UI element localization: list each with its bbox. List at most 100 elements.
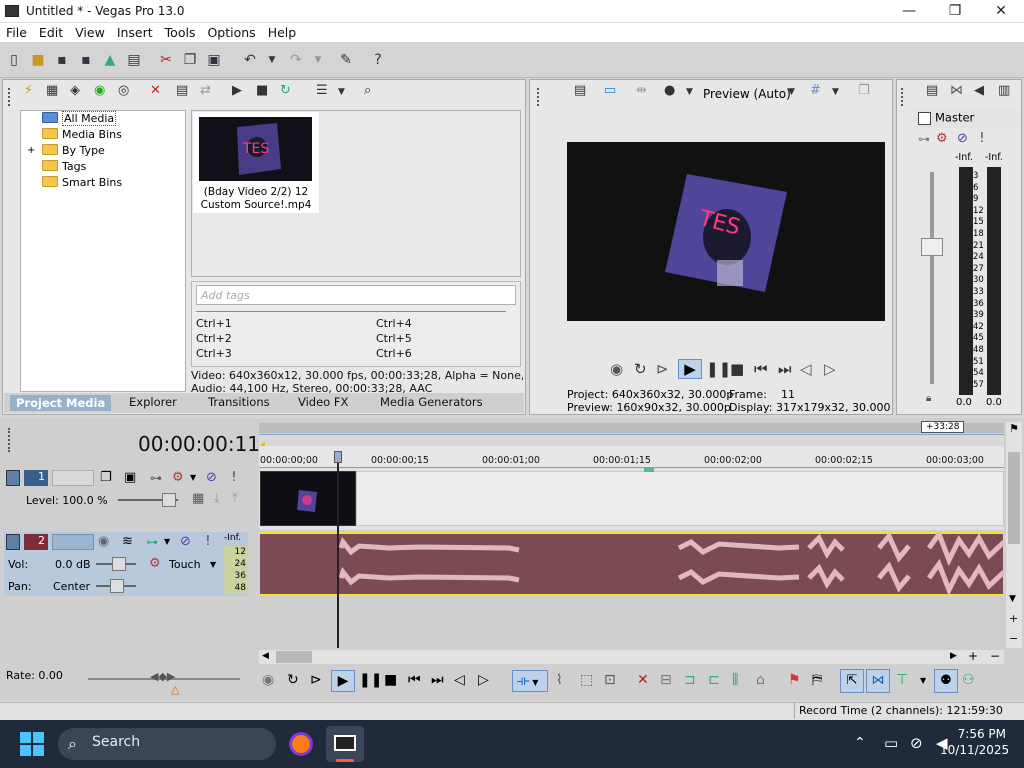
views-dropdown-icon[interactable]: ▼ <box>338 87 345 109</box>
meter-settings-icon[interactable]: ▥ <box>998 83 1010 105</box>
video-fx-chain-icon[interactable]: ⊶ <box>150 471 162 485</box>
video-track-name-input[interactable] <box>52 470 94 486</box>
tag-shortcut-5[interactable]: Ctrl+5 <box>376 332 412 345</box>
pause-icon[interactable]: ❚❚ <box>706 360 731 378</box>
record-icon[interactable]: ◉ <box>262 672 274 688</box>
get-media-icon[interactable]: ◉ <box>94 83 105 105</box>
import-media-icon[interactable]: ⚡ <box>24 83 33 105</box>
search-media-icon[interactable]: ⌕ <box>364 83 371 105</box>
tag-shortcut-4[interactable]: Ctrl+4 <box>376 317 412 330</box>
panel-grip[interactable] <box>537 88 541 106</box>
menu-file[interactable]: File <box>0 23 33 40</box>
redo-icon[interactable]: ↷ <box>286 50 306 70</box>
tree-item-smart-bins[interactable]: Smart Bins <box>42 175 122 191</box>
arm-for-record-icon[interactable]: ◉ <box>98 534 109 549</box>
menu-view[interactable]: View <box>69 23 111 40</box>
open-icon[interactable]: ■ <box>28 50 48 70</box>
save-as-icon[interactable]: ▪ <box>76 50 96 70</box>
next-frame-icon[interactable]: ▷ <box>478 672 489 688</box>
undo-icon[interactable]: ↶ <box>240 50 260 70</box>
compositing-parent-icon[interactable]: ▦ <box>192 491 204 506</box>
preview-quality-dropdown-icon[interactable]: ▼ <box>788 87 795 109</box>
new-project-icon[interactable]: ▯ <box>4 50 24 70</box>
composite-mode-icon[interactable]: ❐ <box>100 470 112 485</box>
volume-slider-handle[interactable] <box>112 557 126 571</box>
preview-fx-icon[interactable]: ⇹ <box>636 83 647 105</box>
rate-slider-handle[interactable]: ◀◆▶ <box>150 670 175 683</box>
tab-media-generators[interactable]: Media Generators <box>380 395 483 409</box>
insert-region-icon[interactable]: ⛿ <box>812 672 822 688</box>
scroll-left-icon[interactable]: ◀ <box>262 651 269 661</box>
undo-history-icon[interactable]: ▼ <box>262 50 282 70</box>
views-icon[interactable]: ☰ <box>316 83 328 105</box>
add-tags-input[interactable]: Add tags <box>196 285 516 305</box>
marker-bar[interactable] <box>259 423 1004 433</box>
menu-options[interactable]: Options <box>201 23 261 40</box>
media-properties-icon[interactable]: ▤ <box>176 83 188 105</box>
overlays-icon[interactable]: # <box>810 83 821 105</box>
horizontal-scroll-thumb[interactable] <box>276 651 312 663</box>
lock-icon[interactable]: ⌂ <box>756 672 765 688</box>
split-dropdown-icon[interactable]: ▼ <box>686 87 693 109</box>
zoom-in-horizontal-icon[interactable]: + <box>968 649 978 663</box>
automation-mode[interactable]: Touch <box>169 558 201 571</box>
auto-preview-icon[interactable]: ↻ <box>280 83 291 105</box>
lock-envelopes-icon[interactable]: ⚉ <box>934 669 958 693</box>
master-lock-icon[interactable]: 🔒︎ <box>926 393 931 404</box>
minimize-button[interactable]: — <box>886 0 932 23</box>
selection-edit-tool-icon[interactable]: ⬚ <box>580 672 593 688</box>
vertical-scroll-thumb[interactable] <box>1008 452 1020 544</box>
previous-frame-icon[interactable]: ◁ <box>800 360 812 378</box>
snap-flag-icon[interactable]: ⚑ <box>1009 422 1019 435</box>
audio-track-lane[interactable] <box>258 528 1006 597</box>
auto-crossfades-icon[interactable]: ⋈ <box>866 669 890 693</box>
copy-snapshot-icon[interactable]: ❐ <box>858 83 870 105</box>
go-to-end-icon[interactable]: ⏭ <box>431 672 444 688</box>
master-automation-icon[interactable]: ǃ <box>980 131 984 146</box>
master-fader[interactable] <box>921 238 943 256</box>
go-to-start-icon[interactable]: ⏮ <box>408 672 421 688</box>
menu-tools[interactable]: Tools <box>159 23 202 40</box>
loop-region-bar[interactable] <box>259 434 1004 446</box>
audio-fx-dropdown-icon[interactable]: ▼ <box>164 537 170 546</box>
save-icon[interactable]: ▪ <box>52 50 72 70</box>
automation-settings-icon[interactable]: ⚙ <box>149 556 161 571</box>
mixer-properties-icon[interactable]: ▤ <box>926 83 938 105</box>
preview-quality-select[interactable]: Preview (Auto) <box>703 87 791 101</box>
tag-shortcut-6[interactable]: Ctrl+6 <box>376 347 412 360</box>
make-compositing-child-icon[interactable]: ▣ <box>124 470 136 485</box>
capture-video-icon[interactable]: ▦ <box>46 83 58 105</box>
play-from-start-icon[interactable]: ⊳ <box>656 360 669 378</box>
play-icon[interactable]: ▶ <box>678 359 702 379</box>
invert-phase-icon[interactable]: ≋ <box>122 534 133 549</box>
tray-overflow-icon[interactable]: ⌃ <box>854 735 866 751</box>
previous-frame-icon[interactable]: ◁ <box>454 672 465 688</box>
properties-icon[interactable]: ▤ <box>124 50 144 70</box>
remove-media-icon[interactable]: ✕ <box>150 83 161 105</box>
play-icon[interactable]: ▶ <box>331 670 355 692</box>
trim-icon[interactable]: ⊟ <box>660 672 672 688</box>
trim-end-icon[interactable]: ⊏ <box>708 672 720 688</box>
track-collapse-icon[interactable] <box>6 470 20 486</box>
solo-icon[interactable]: ǃ <box>232 470 236 485</box>
close-button[interactable]: ✕ <box>978 0 1024 23</box>
loop-playback-icon[interactable]: ↻ <box>634 360 647 378</box>
playhead-cursor[interactable] <box>337 452 339 648</box>
normal-edit-tool-icon[interactable]: ⟛ ▼ <box>512 670 548 692</box>
taskbar-search-box[interactable]: Search <box>58 728 276 760</box>
copy-icon[interactable]: ❐ <box>180 50 200 70</box>
cut-icon[interactable]: ✂ <box>156 50 176 70</box>
tag-shortcut-3[interactable]: Ctrl+3 <box>196 347 232 360</box>
split-icon[interactable]: ⫼ <box>732 672 738 688</box>
whats-this-help-icon[interactable]: ? <box>368 50 388 70</box>
split-screen-icon[interactable]: ● <box>664 83 675 105</box>
trim-start-icon[interactable]: ⊐ <box>684 672 696 688</box>
network-icon[interactable]: ⊘ <box>910 734 923 752</box>
envelope-edit-tool-icon[interactable]: ⌇ <box>556 672 563 688</box>
display-icon[interactable]: ▭ <box>884 734 898 752</box>
move-up-icon[interactable]: ⤒ <box>232 491 238 506</box>
play-from-start-icon[interactable]: ⊳ <box>310 672 322 688</box>
tree-item-tags[interactable]: Tags <box>42 159 86 175</box>
tag-shortcut-1[interactable]: Ctrl+1 <box>196 317 232 330</box>
loop-icon[interactable]: ◉ <box>610 360 623 378</box>
